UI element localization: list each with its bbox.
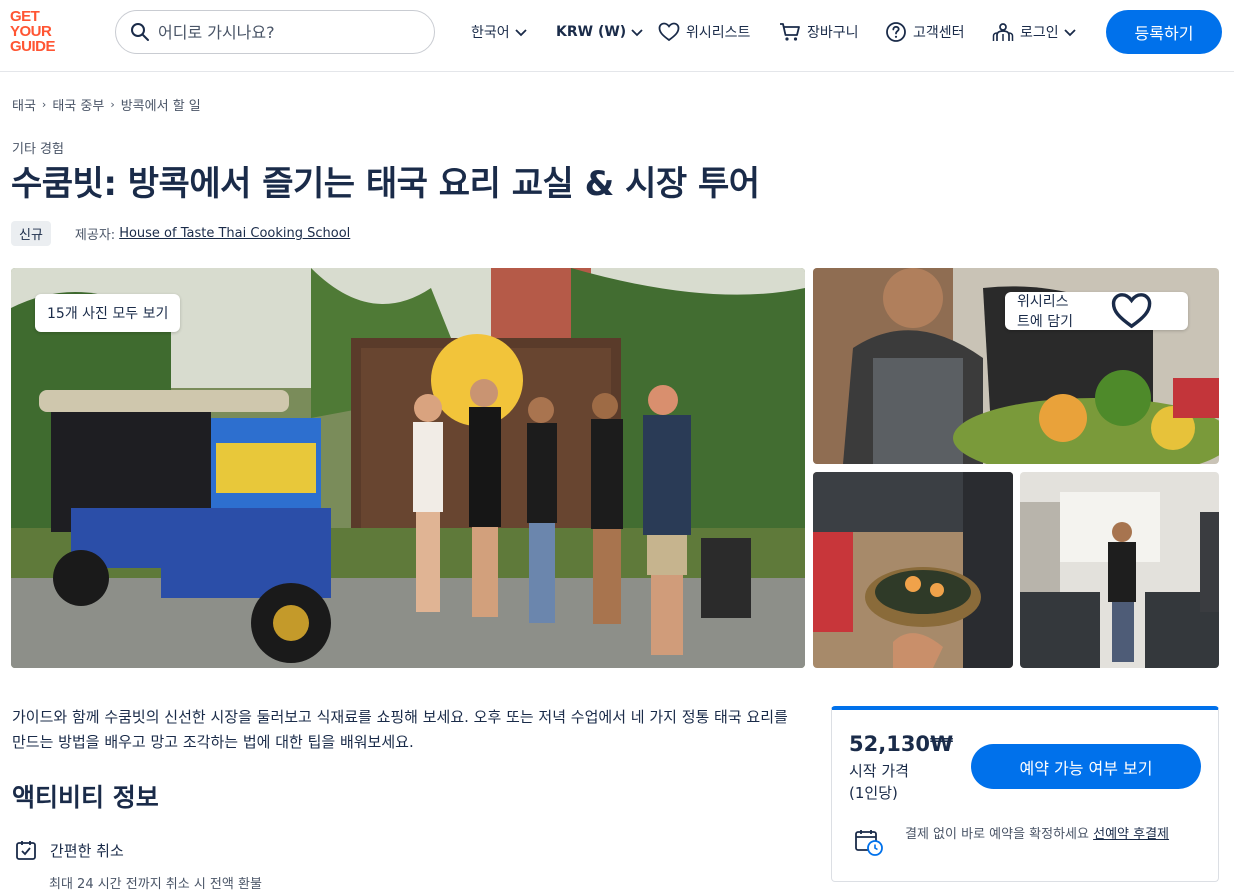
new-badge: 신규 [11, 221, 51, 246]
activity-description: 가이드와 함께 수쿰빗의 신선한 시장을 둘러보고 식재료를 쇼핑해 보세요. … [12, 708, 788, 751]
login-menu[interactable]: 로그인 [992, 20, 1077, 44]
chevron-down-icon [515, 29, 527, 37]
currency-selector[interactable]: KRW (W) [556, 20, 644, 44]
breadcrumb: 태국 › 태국 중부 › 방콕에서 할 일 [12, 95, 201, 114]
cart-label: 장바구니 [807, 25, 859, 41]
provider-link[interactable]: House of Taste Thai Cooking School [119, 226, 350, 241]
getyourguide-logo[interactable]: GET YOUR GUIDE [10, 9, 70, 57]
search-bar[interactable] [115, 10, 435, 54]
photo-kitchen-image [1020, 472, 1219, 668]
add-to-wishlist-label: 위시리스트에 담기 [1017, 294, 1073, 330]
activity-info-title: 액티비티 정보 [12, 783, 159, 812]
photo-mango-carving[interactable] [813, 472, 1013, 668]
top-header: GET YOUR GUIDE 한국어 KRW (W) 위시리스트 장바구니 고객… [0, 0, 1234, 72]
help-center-link[interactable]: 고객센터 [885, 20, 965, 44]
search-input[interactable] [158, 22, 418, 42]
cart-icon [780, 23, 800, 41]
language-label: 한국어 [471, 25, 510, 41]
activity-category: 기타 경험 [12, 142, 64, 157]
cart-link[interactable]: 장바구니 [779, 20, 859, 44]
help-label: 고객센터 [913, 25, 965, 41]
login-label: 로그인 [1020, 25, 1059, 41]
main-photo[interactable]: 15개 사진 모두 보기 [11, 268, 805, 668]
breadcrumb-item-thailand[interactable]: 태국 [12, 95, 36, 114]
provider-label: 제공자: [74, 228, 116, 243]
question-circle-icon [886, 22, 906, 42]
calendar-clock-icon [855, 830, 883, 856]
feature-label: 간편한 취소 [50, 841, 124, 860]
price-value: 52,130₩ [849, 732, 954, 756]
logo-line-1: GET [10, 8, 40, 25]
activity-meta: 신규 제공자: House of Taste Thai Cooking Scho… [11, 221, 350, 246]
photo-cooking-class[interactable]: 위시리스트에 담기 [813, 268, 1219, 464]
view-all-photos-button[interactable]: 15개 사진 모두 보기 [35, 294, 181, 332]
calendar-check-icon [16, 841, 36, 860]
reserve-description: 결제 없이 바로 예약을 확정하세요 [905, 827, 1094, 842]
reserve-now-pay-later-link[interactable]: 선예약 후결제 [1093, 827, 1169, 842]
feature-free-cancellation: 간편한 취소 [14, 838, 124, 862]
check-availability-button[interactable]: 예약 가능 여부 보기 [971, 744, 1201, 789]
search-icon [131, 23, 149, 41]
chevron-down-icon [631, 29, 643, 37]
chevron-down-icon [1064, 29, 1076, 37]
price-per-person-label: (1인당) [849, 784, 898, 802]
chevron-right-icon: › [41, 98, 47, 111]
wishlist-link[interactable]: 위시리스트 [658, 20, 750, 44]
photo-kitchen-class[interactable] [1020, 472, 1219, 668]
heart-icon [1111, 293, 1152, 329]
photo-gallery: 15개 사진 모두 보기 위시리스트에 담기 [11, 268, 1219, 668]
user-group-icon [992, 23, 1014, 41]
logo-line-3: GUIDE [10, 38, 56, 55]
breadcrumb-item-central-thailand[interactable]: 태국 중부 [52, 95, 104, 114]
logo-line-2: YOUR [10, 23, 52, 40]
currency-label: KRW (W) [556, 24, 627, 40]
chevron-right-icon: › [110, 98, 115, 111]
booking-card: 52,130₩ 시작 가격 (1인당) 예약 가능 여부 보기 결제 없이 바로… [831, 706, 1219, 882]
feature-sublabel: 최대 24 시간 전까지 취소 시 전액 환불 [49, 877, 262, 892]
heart-icon [658, 22, 680, 42]
page-title: 수쿰빗: 방콕에서 즐기는 태국 요리 교실 & 시장 투어 [11, 164, 760, 204]
register-button[interactable]: 등록하기 [1106, 10, 1222, 54]
reserve-text: 결제 없이 바로 예약을 확정하세요 선예약 후결제 [905, 824, 1205, 845]
price-from-label: 시작 가격 [849, 762, 909, 780]
photo-mango-image [813, 472, 1013, 668]
wishlist-label: 위시리스트 [686, 25, 751, 41]
language-selector[interactable]: 한국어 [471, 20, 528, 44]
breadcrumb-item-bangkok[interactable]: 방콕에서 할 일 [121, 95, 201, 114]
add-to-wishlist-button[interactable]: 위시리스트에 담기 [1005, 292, 1189, 330]
